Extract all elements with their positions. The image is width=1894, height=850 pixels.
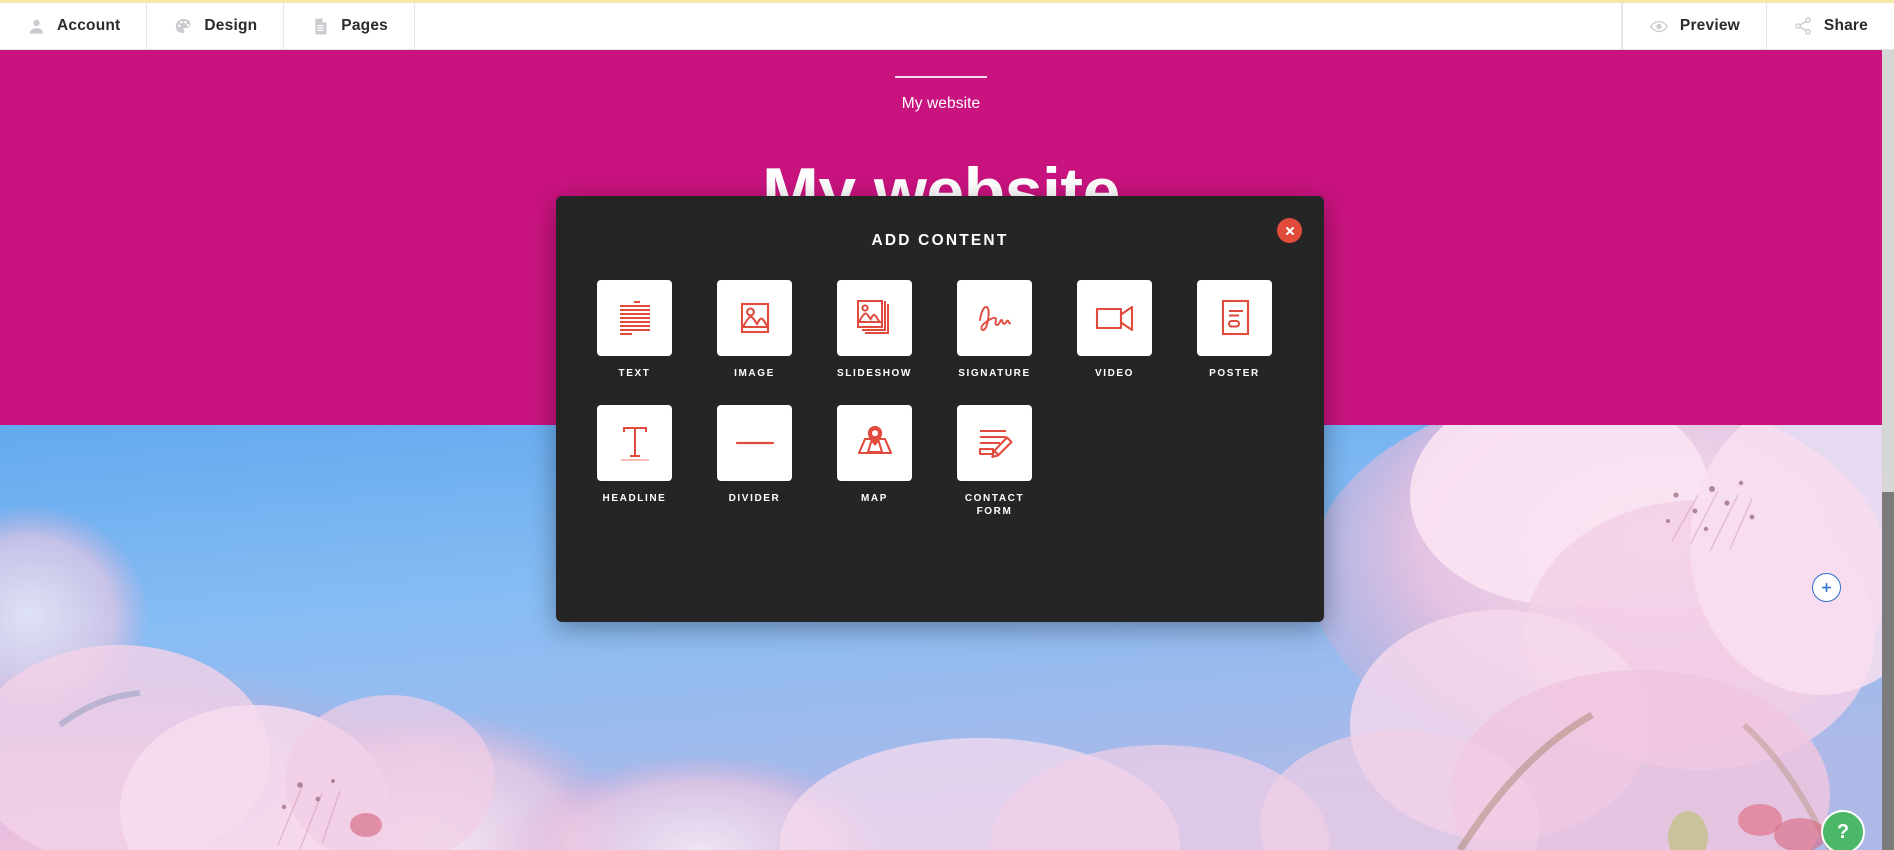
content-type-headline[interactable]: HEADLINE	[597, 404, 672, 519]
toolbar-spacer	[415, 3, 1622, 49]
content-type-contact-form[interactable]: CONTACT FORM	[957, 404, 1032, 519]
picture-icon	[740, 302, 769, 334]
palette-icon	[173, 16, 193, 36]
help-button[interactable]: ?	[1821, 810, 1865, 850]
content-type-label: VIDEO	[1094, 368, 1135, 379]
content-type-label: IMAGE	[734, 368, 775, 379]
content-type-label: TEXT	[618, 368, 651, 379]
content-type-map[interactable]: MAP	[837, 404, 912, 519]
tile-surface	[957, 404, 1032, 481]
scrollbar-thumb[interactable]	[1882, 492, 1894, 850]
video-camera-icon	[1095, 305, 1133, 332]
share-icon	[1793, 16, 1813, 36]
add-content-modal: ADD CONTENT TEXT IMAGE SLIDESHOW SIGNATU…	[556, 196, 1324, 622]
toolbar-item-pages[interactable]: Pages	[284, 3, 415, 49]
page-scrollbar[interactable]	[1882, 50, 1894, 850]
tile-surface	[957, 280, 1032, 356]
content-type-video[interactable]: VIDEO	[1077, 280, 1152, 381]
map-pin-icon	[857, 425, 892, 454]
document-icon	[310, 16, 330, 36]
horizontal-rule-icon	[735, 441, 774, 444]
toolbar-right-group: Preview Share	[1621, 3, 1894, 49]
tile-surface	[837, 280, 912, 356]
signature-scribble-icon	[978, 306, 1011, 331]
content-type-poster[interactable]: POSTER	[1197, 280, 1272, 381]
serif-t-icon	[620, 426, 649, 461]
content-type-label: POSTER	[1209, 368, 1260, 379]
content-type-label: DIVIDER	[728, 492, 781, 504]
content-type-label: MAP	[860, 492, 889, 504]
tile-surface	[597, 280, 672, 356]
tile-surface	[717, 280, 792, 356]
nav-divider	[895, 76, 987, 78]
modal-title: ADD CONTENT	[871, 232, 1009, 249]
content-type-label: CONTACT FORM	[964, 492, 1025, 518]
toolbar-item-pages-label: Pages	[341, 17, 388, 34]
toolbar-item-design-label: Design	[204, 17, 258, 34]
tile-surface	[1077, 280, 1152, 356]
stacked-pictures-icon	[856, 300, 889, 334]
top-toolbar: Account Design Pages Preview Share	[0, 0, 1894, 50]
content-type-text[interactable]: TEXT	[597, 280, 672, 381]
content-type-label: HEADLINE	[602, 492, 667, 504]
toolbar-item-design[interactable]: Design	[147, 3, 285, 49]
toolbar-item-account-label: Account	[57, 17, 121, 34]
toolbar-left-group: Account Design Pages	[0, 3, 415, 49]
form-pencil-icon	[978, 429, 1013, 458]
share-button[interactable]: Share	[1765, 3, 1894, 49]
tile-surface	[837, 404, 912, 481]
content-type-label: SIGNATURE	[958, 368, 1031, 379]
content-type-grid: TEXT IMAGE SLIDESHOW SIGNATURE VIDEO POS…	[597, 280, 1283, 519]
preview-button[interactable]: Preview	[1621, 3, 1766, 49]
app-root: Account Design Pages Preview Share My we…	[0, 0, 1894, 850]
close-icon	[1285, 226, 1294, 235]
eye-icon	[1649, 16, 1669, 36]
poster-icon	[1221, 299, 1249, 336]
tile-surface	[1197, 280, 1272, 356]
help-button-label: ?	[1836, 820, 1850, 843]
site-nav-label[interactable]: My website	[0, 95, 1882, 113]
content-type-slideshow[interactable]: SLIDESHOW	[837, 280, 912, 381]
tile-surface	[597, 404, 672, 481]
text-lines-icon	[619, 300, 650, 336]
add-section-button[interactable]	[1812, 573, 1841, 602]
site-nav: My website	[0, 76, 1882, 113]
toolbar-item-account[interactable]: Account	[0, 3, 148, 49]
content-type-label: SLIDESHOW	[837, 368, 912, 379]
content-type-divider[interactable]: DIVIDER	[717, 404, 792, 519]
tile-surface	[717, 404, 792, 481]
content-type-image[interactable]: IMAGE	[717, 280, 792, 381]
content-type-signature[interactable]: SIGNATURE	[957, 280, 1032, 381]
close-modal-button[interactable]	[1277, 218, 1302, 243]
plus-icon	[1822, 583, 1831, 592]
share-button-label: Share	[1823, 17, 1868, 34]
person-icon	[26, 16, 46, 36]
preview-button-label: Preview	[1679, 17, 1740, 34]
